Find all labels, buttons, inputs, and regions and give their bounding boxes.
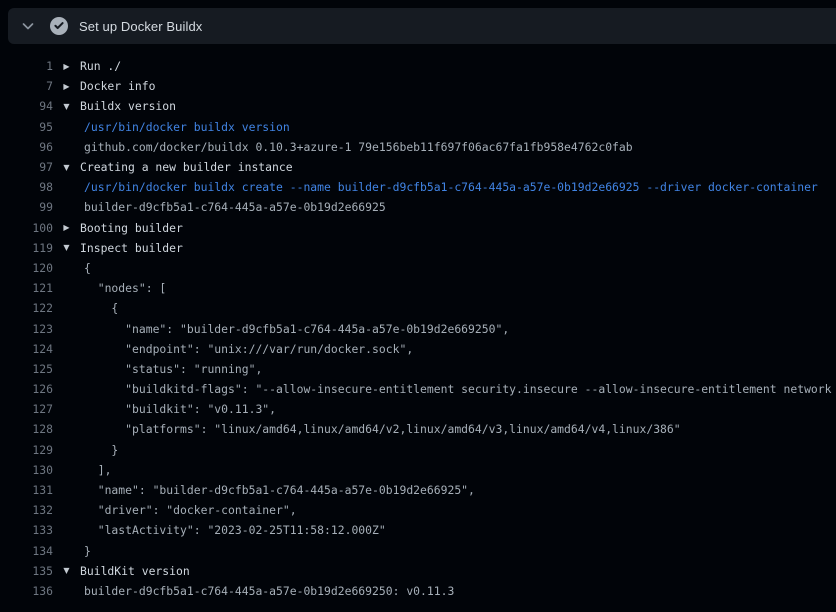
log-line: 136 builder-d9cfb5a1-c764-445a-a57e-0b19d… <box>0 581 836 601</box>
line-number[interactable]: 96 <box>0 140 53 154</box>
line-number[interactable]: 123 <box>0 322 53 336</box>
log-text: "nodes": [ <box>80 281 166 295</box>
log-text: "endpoint": "unix:///var/run/docker.sock… <box>80 342 413 356</box>
log-text: "name": "builder-d9cfb5a1-c764-445a-a57e… <box>80 322 509 336</box>
line-number[interactable]: 134 <box>0 544 53 558</box>
line-number[interactable]: 119 <box>0 241 53 255</box>
log-text: "buildkitd-flags": "--allow-insecure-ent… <box>80 382 832 396</box>
log-line: 120 { <box>0 258 836 278</box>
log-group-row[interactable]: 135▼BuildKit version <box>0 561 836 581</box>
line-number[interactable]: 122 <box>0 301 53 315</box>
log-text: ], <box>80 463 111 477</box>
line-number[interactable]: 129 <box>0 443 53 457</box>
log-text: "status": "running", <box>80 362 262 376</box>
group-expanded-icon[interactable]: ▼ <box>53 243 80 252</box>
group-expanded-icon[interactable]: ▼ <box>53 163 80 172</box>
log-line: 127 "buildkit": "v0.11.3", <box>0 399 836 419</box>
log-text: } <box>80 544 91 558</box>
log-text: builder-d9cfb5a1-c764-445a-a57e-0b19d2e6… <box>80 584 454 598</box>
log-line: 122 { <box>0 298 836 318</box>
log-text: "lastActivity": "2023-02-25T11:58:12.000… <box>80 523 386 537</box>
log-line: 123 "name": "builder-d9cfb5a1-c764-445a-… <box>0 318 836 338</box>
log-text: "name": "builder-d9cfb5a1-c764-445a-a57e… <box>80 483 475 497</box>
line-number[interactable]: 1 <box>0 59 53 73</box>
log-text: "buildkit": "v0.11.3", <box>80 402 276 416</box>
line-number[interactable]: 98 <box>0 180 53 194</box>
line-number[interactable]: 121 <box>0 281 53 295</box>
log-line: 130 ], <box>0 460 836 480</box>
line-number[interactable]: 131 <box>0 483 53 497</box>
line-number[interactable]: 130 <box>0 463 53 477</box>
log-text: Run ./ <box>80 59 121 73</box>
log-group-row[interactable]: 119▼Inspect builder <box>0 238 836 258</box>
line-number[interactable]: 97 <box>0 160 53 174</box>
log-text: /usr/bin/docker buildx version <box>80 120 290 134</box>
log-line: 131 "name": "builder-d9cfb5a1-c764-445a-… <box>0 480 836 500</box>
log-text: "platforms": "linux/amd64,linux/amd64/v2… <box>80 422 681 436</box>
log-text: builder-d9cfb5a1-c764-445a-a57e-0b19d2e6… <box>80 200 386 214</box>
log-line: 121 "nodes": [ <box>0 278 836 298</box>
log-text: Creating a new builder instance <box>80 160 293 174</box>
log-group-row[interactable]: 7▶Docker info <box>0 76 836 96</box>
log-text: Docker info <box>80 79 155 93</box>
line-number[interactable]: 99 <box>0 200 53 214</box>
line-number[interactable]: 94 <box>0 99 53 113</box>
log-line: 98/usr/bin/docker buildx create --name b… <box>0 177 836 197</box>
log-line: 133 "lastActivity": "2023-02-25T11:58:12… <box>0 520 836 540</box>
log-text: /usr/bin/docker buildx create --name bui… <box>80 180 818 194</box>
group-expanded-icon[interactable]: ▼ <box>53 566 80 575</box>
log-line: 99 builder-d9cfb5a1-c764-445a-a57e-0b19d2… <box>0 197 836 217</box>
log-text: Booting builder <box>80 221 183 235</box>
log-line: 128 "platforms": "linux/amd64,linux/amd6… <box>0 419 836 439</box>
group-collapsed-icon[interactable]: ▶ <box>53 82 80 91</box>
line-number[interactable]: 120 <box>0 261 53 275</box>
log-text: Inspect builder <box>80 241 183 255</box>
log-group-row[interactable]: 94▼Buildx version <box>0 96 836 116</box>
status-check-icon <box>50 17 68 35</box>
step-header[interactable]: Set up Docker Buildx <box>8 8 836 44</box>
line-number[interactable]: 126 <box>0 382 53 396</box>
line-number[interactable]: 124 <box>0 342 53 356</box>
log-line: 126 "buildkitd-flags": "--allow-insecure… <box>0 379 836 399</box>
log-group-row[interactable]: 100▶Booting builder <box>0 218 836 238</box>
log-text: BuildKit version <box>80 564 190 578</box>
group-collapsed-icon[interactable]: ▶ <box>53 223 80 232</box>
log-text: Buildx version <box>80 99 176 113</box>
log-text: { <box>80 301 118 315</box>
line-number[interactable]: 128 <box>0 422 53 436</box>
log-line: 96 github.com/docker/buildx 0.10.3+azure-… <box>0 137 836 157</box>
step-title: Set up Docker Buildx <box>79 19 202 34</box>
log-line: 95/usr/bin/docker buildx version <box>0 117 836 137</box>
line-number[interactable]: 127 <box>0 402 53 416</box>
log-text: "driver": "docker-container", <box>80 503 297 517</box>
log-line: 125 "status": "running", <box>0 359 836 379</box>
log-line: 132 "driver": "docker-container", <box>0 500 836 520</box>
line-number[interactable]: 132 <box>0 503 53 517</box>
line-number[interactable]: 135 <box>0 564 53 578</box>
log-group-row[interactable]: 1▶Run ./ <box>0 56 836 76</box>
log-line: 129 } <box>0 440 836 460</box>
group-expanded-icon[interactable]: ▼ <box>53 102 80 111</box>
line-number[interactable]: 95 <box>0 120 53 134</box>
log-group-row[interactable]: 97▼Creating a new builder instance <box>0 157 836 177</box>
line-number[interactable]: 136 <box>0 584 53 598</box>
group-collapsed-icon[interactable]: ▶ <box>53 62 80 71</box>
log-text: { <box>80 261 91 275</box>
log-text: } <box>80 443 118 457</box>
line-number[interactable]: 133 <box>0 523 53 537</box>
log-viewer: 1▶Run ./7▶Docker info94▼Buildx version95… <box>0 44 836 601</box>
line-number[interactable]: 125 <box>0 362 53 376</box>
line-number[interactable]: 100 <box>0 221 53 235</box>
log-line: 134} <box>0 541 836 561</box>
chevron-down-icon[interactable] <box>20 18 36 34</box>
line-number[interactable]: 7 <box>0 79 53 93</box>
log-line: 124 "endpoint": "unix:///var/run/docker.… <box>0 339 836 359</box>
log-text: github.com/docker/buildx 0.10.3+azure-1 … <box>80 140 633 154</box>
